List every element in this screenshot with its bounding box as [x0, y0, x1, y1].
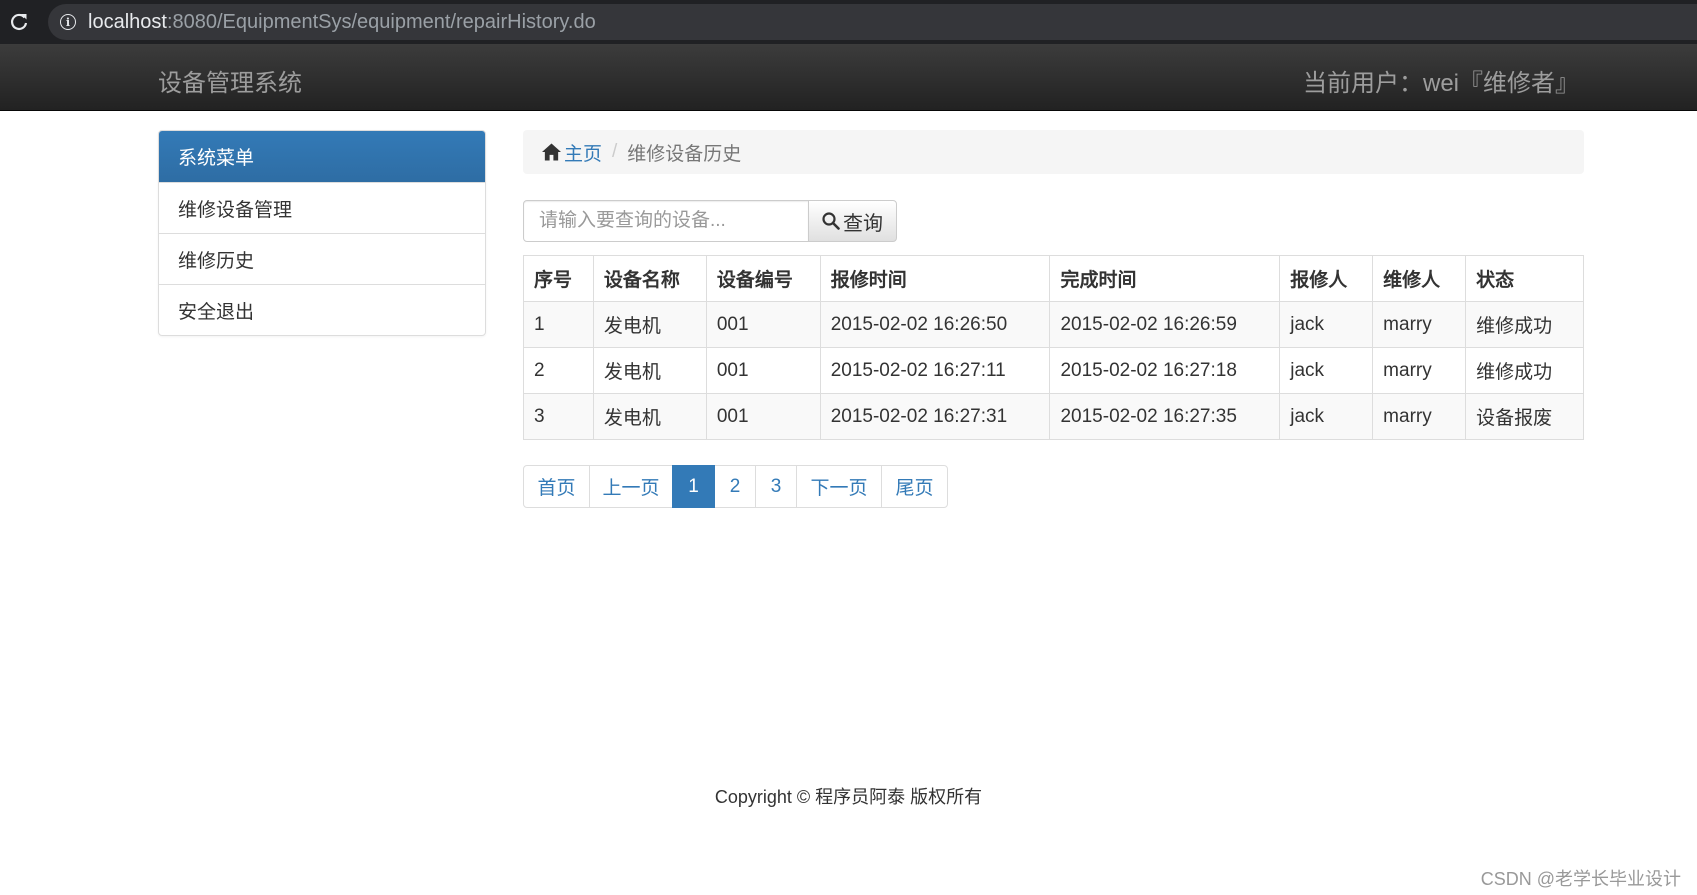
- table-cell: 维修成功: [1465, 347, 1584, 394]
- sidebar-item-repair-history[interactable]: 维修历史: [159, 233, 485, 284]
- column-header: 报修人: [1279, 255, 1374, 302]
- table-cell: jack: [1279, 347, 1374, 394]
- table-row: 1 发电机 001 2015-02-02 16:26:50 2015-02-02…: [523, 301, 1584, 348]
- reload-icon[interactable]: [0, 0, 38, 44]
- url-path: :8080/EquipmentSys/equipment/repairHisto…: [166, 10, 596, 33]
- search-button-label: 查询: [843, 212, 883, 235]
- table-cell: jack: [1279, 393, 1374, 440]
- table-cell: 001: [705, 301, 821, 348]
- address-bar[interactable]: i localhost:8080/EquipmentSys/equipment/…: [48, 4, 1697, 40]
- column-header: 完成时间: [1049, 255, 1281, 302]
- table-cell: 2015-02-02 16:27:18: [1049, 347, 1281, 394]
- breadcrumb-home-label: 主页: [564, 143, 603, 165]
- column-header: 状态: [1465, 255, 1584, 302]
- footer-copyright: Copyright © 程序员阿泰 版权所有: [714, 787, 983, 807]
- table-cell: 2015-02-02 16:26:50: [819, 301, 1051, 348]
- home-icon: [542, 143, 561, 161]
- breadcrumb: 主页 / 维修设备历史: [523, 130, 1584, 174]
- page-next-button[interactable]: 下一页: [796, 465, 882, 508]
- page-first-button[interactable]: 首页: [523, 465, 590, 508]
- column-header: 维修人: [1372, 255, 1467, 302]
- table-cell: 发电机: [592, 301, 707, 348]
- table-cell: 001: [705, 347, 821, 394]
- search-input[interactable]: [523, 200, 809, 242]
- repair-history-table: 序号 设备名称 设备编号 报修时间 完成时间 报修人 维修人 状态 1 发电机 …: [523, 255, 1584, 440]
- table-cell: 发电机: [592, 393, 707, 440]
- table-cell: 001: [705, 393, 821, 440]
- reload-icon-svg: [10, 13, 28, 30]
- top-navbar: 设备管理系统 当前用户：wei『维修者』: [0, 44, 1697, 111]
- current-user-label: 当前用户：wei『维修者』: [1302, 70, 1579, 97]
- column-header: 序号: [523, 255, 594, 302]
- table-cell: marry: [1372, 347, 1467, 394]
- breadcrumb-current: 维修设备历史: [627, 143, 742, 165]
- breadcrumb-home-link[interactable]: 主页: [542, 139, 602, 166]
- page-last-button[interactable]: 尾页: [881, 465, 948, 508]
- page-prev-button[interactable]: 上一页: [589, 465, 673, 508]
- page-number-2[interactable]: 2: [714, 465, 756, 508]
- table-cell: 2015-02-02 16:27:11: [819, 347, 1051, 394]
- watermark: CSDN @老学长毕业设计: [1480, 869, 1681, 889]
- table-cell: 维修成功: [1465, 301, 1584, 348]
- column-header: 设备编号: [705, 255, 821, 302]
- table-cell: 3: [523, 393, 594, 440]
- table-cell: marry: [1372, 301, 1467, 348]
- column-header: 报修时间: [819, 255, 1051, 302]
- table-row: 2 发电机 001 2015-02-02 16:27:11 2015-02-02…: [523, 347, 1584, 394]
- app-brand[interactable]: 设备管理系统: [158, 63, 302, 98]
- table-cell: jack: [1279, 301, 1374, 348]
- table-cell: 发电机: [592, 347, 707, 394]
- sidebar-item-logout[interactable]: 安全退出: [159, 284, 485, 335]
- info-icon[interactable]: i: [60, 14, 76, 30]
- table-cell: 2015-02-02 16:27:35: [1049, 393, 1281, 440]
- sidebar-item-repair-management[interactable]: 维修设备管理: [159, 182, 485, 233]
- url-text: localhost:8080/EquipmentSys/equipment/re…: [88, 11, 596, 34]
- table-cell: 2015-02-02 16:27:31: [819, 393, 1051, 440]
- table-cell: marry: [1372, 393, 1467, 440]
- url-host: localhost: [88, 10, 167, 33]
- table-cell: 设备报废: [1465, 393, 1584, 440]
- table-cell: 1: [523, 301, 594, 348]
- search-group: 查询: [523, 200, 897, 242]
- page-number-3[interactable]: 3: [755, 465, 797, 508]
- search-icon: [822, 212, 840, 230]
- page-number-1[interactable]: 1: [672, 465, 715, 508]
- table-row: 3 发电机 001 2015-02-02 16:27:31 2015-02-02…: [523, 393, 1584, 440]
- breadcrumb-separator: /: [612, 141, 618, 162]
- table-cell: 2: [523, 347, 594, 394]
- table-cell: 2015-02-02 16:26:59: [1049, 301, 1281, 348]
- table-header-row: 序号 设备名称 设备编号 报修时间 完成时间 报修人 维修人 状态: [523, 255, 1584, 302]
- pagination: 首页 上一页 1 2 3 下一页 尾页: [523, 465, 948, 508]
- browser-toolbar: i localhost:8080/EquipmentSys/equipment/…: [0, 0, 1697, 44]
- sidebar-menu: 系统菜单 维修设备管理 维修历史 安全退出: [158, 130, 486, 336]
- column-header: 设备名称: [592, 255, 707, 302]
- sidebar-heading: 系统菜单: [159, 131, 485, 182]
- search-button[interactable]: 查询: [808, 200, 897, 242]
